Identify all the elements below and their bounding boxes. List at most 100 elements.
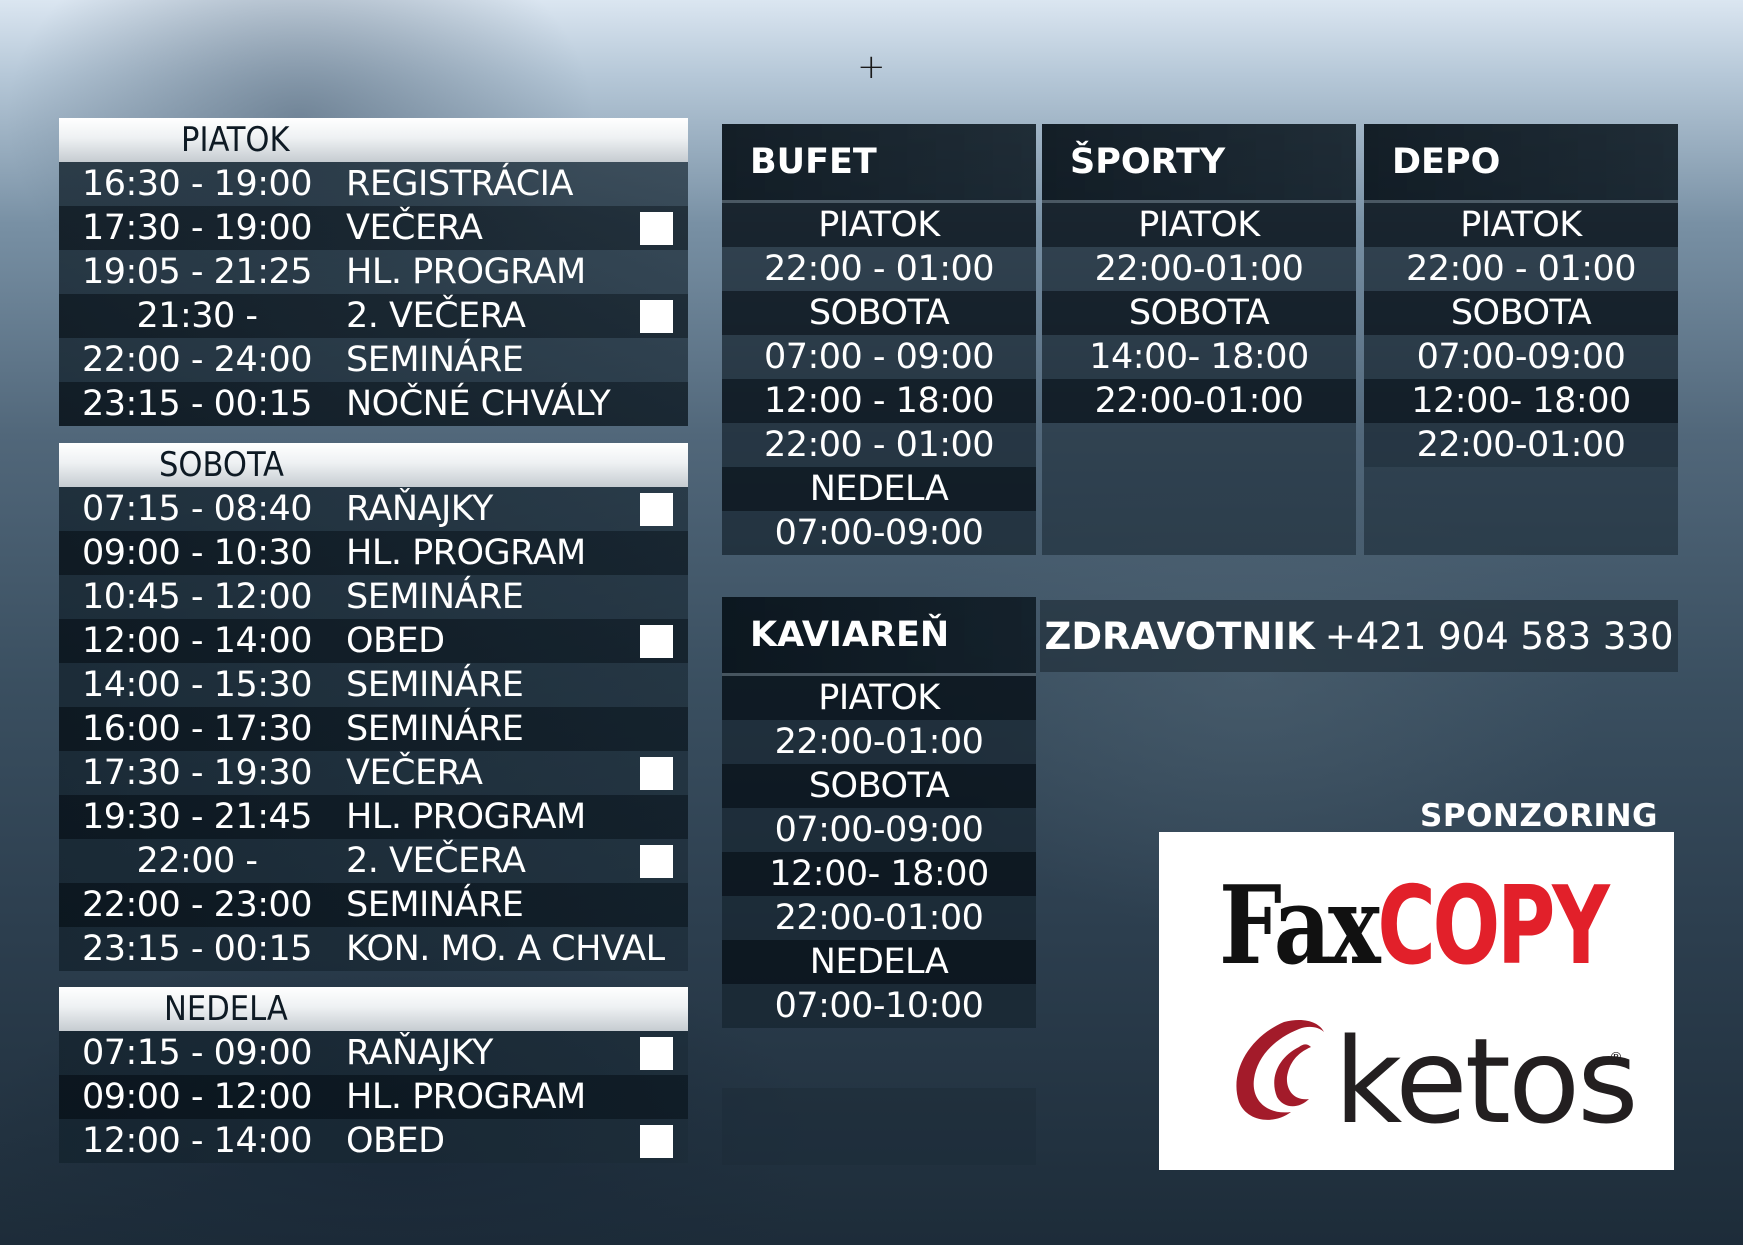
schedule-activity: SEMINÁRE [346,665,524,705]
panel-row: 07:00-09:00 [722,511,1036,555]
schedule-time: 23:15 - 00:15 [81,929,313,969]
schedule-activity: OBED [346,621,445,661]
meal-marker [640,845,673,878]
panel-row: 22:00-01:00 [1364,423,1678,467]
panel-row: NEDELA [722,940,1036,984]
schedule-activity: HL. PROGRAM [346,533,586,573]
blank-panel-row [722,1088,1036,1165]
schedule-activity: KON. MO. A CHVAL [346,929,665,969]
panel-row: 22:00-01:00 [1042,247,1356,291]
sponsor-logos: FaxCOPY ketos ® [1159,832,1674,1170]
schedule-row: 17:30 - 19:30 VEČERA [59,751,688,795]
schedule-time: 19:30 - 21:45 [81,797,313,837]
panel-row [1364,511,1678,555]
panel-title-depo: DEPO [1364,124,1678,203]
schedule-time: 21:30 - [136,296,258,336]
panel-title-sporty: ŠPORTY [1042,124,1356,203]
schedule-row: 23:15 - 00:15 KON. MO. A CHVAL [59,927,688,971]
meal-marker [640,1037,673,1070]
panel-row: 12:00 - 18:00 [722,379,1036,423]
schedule-row: 07:15 - 08:40 RAŇAJKY [59,487,688,531]
schedule-row: 19:05 - 21:25 HL. PROGRAM [59,250,688,294]
faxcopy-logo-copy: COPY [1377,864,1609,989]
panel-sporty: ŠPORTY PIATOK 22:00-01:00 SOBOTA 14:00- 18:… [1042,124,1356,555]
panel-row: SOBOTA [1364,291,1678,335]
schedule-row: 07:15 - 09:00 RAŇAJKY [59,1031,688,1075]
panel-row: SOBOTA [722,764,1036,808]
panel-row: NEDELA [722,467,1036,511]
panel-row: 07:00-09:00 [722,808,1036,852]
meal-marker [640,757,673,790]
panel-row: 12:00- 18:00 [1364,379,1678,423]
schedule-row: 23:15 - 00:15 NOČNÉ CHVÁLY [59,382,688,426]
schedule-time: 16:00 - 17:30 [81,709,313,749]
panel-row [1042,511,1356,555]
schedule-row: 12:00 - 14:00 OBED [59,619,688,663]
schedule-row: 14:00 - 15:30 SEMINÁRE [59,663,688,707]
panel-row: 22:00 - 01:00 [722,423,1036,467]
panel-row: 07:00-09:00 [1364,335,1678,379]
panel-kaviaren: KAVIAREŇ PIATOK 22:00-01:00 SOBOTA 07:00-09… [722,597,1036,1028]
meal-marker [640,625,673,658]
meal-marker [640,300,673,333]
schedule-time: 07:15 - 09:00 [81,1033,313,1073]
schedule-time: 12:00 - 14:00 [81,1121,313,1161]
schedule-time: 09:00 - 12:00 [81,1077,313,1117]
schedule-activity: SEMINÁRE [346,577,524,617]
panel-row [1042,467,1356,511]
panel-row [1364,467,1678,511]
sponsoring-label: SPONZORING [1420,798,1658,834]
panel-bufet: BUFET PIATOK 22:00 - 01:00 SOBOTA 07:00 - 0… [722,124,1036,555]
schedule-row: 12:00 - 14:00 OBED [59,1119,688,1163]
panel-row: 22:00-01:00 [1042,379,1356,423]
schedule-activity: HL. PROGRAM [346,1077,586,1117]
schedule-time: 22:00 - 24:00 [81,340,313,380]
schedule-activity: HL. PROGRAM [346,797,586,837]
zdravotnik-contact: ZDRAVOTNIK +421 904 583 330 [1040,600,1678,672]
schedule-row: 21:30 - 2. VEČERA [59,294,688,338]
meal-marker [640,493,673,526]
schedule-time: 22:00 - [136,841,258,881]
schedule-time: 22:00 - 23:00 [81,885,313,925]
schedule-row: 19:30 - 21:45 HL. PROGRAM [59,795,688,839]
zdravotnik-label: ZDRAVOTNIK [1044,614,1315,658]
panel-row: SOBOTA [1042,291,1356,335]
schedule-time: 14:00 - 15:30 [81,665,313,705]
schedule-activity: OBED [346,1121,445,1161]
panel-row: 07:00 - 09:00 [722,335,1036,379]
schedule-time: 16:30 - 19:00 [81,164,313,204]
schedule-row: 22:00 - 23:00 SEMINÁRE [59,883,688,927]
plus-mark: + [857,47,886,87]
panel-row: 22:00 - 01:00 [1364,247,1678,291]
schedule-time: 10:45 - 12:00 [81,577,313,617]
day-header-sobota: SOBOTA [59,443,688,487]
schedule-time: 07:15 - 08:40 [81,489,313,529]
panel-row [1042,423,1356,467]
ketos-registered-mark: ® [1609,1050,1623,1066]
panel-title-bufet: BUFET [722,124,1036,203]
schedule-row: 09:00 - 12:00 HL. PROGRAM [59,1075,688,1119]
schedule-row: 16:00 - 17:30 SEMINÁRE [59,707,688,751]
schedule-time: 23:15 - 00:15 [81,384,313,424]
meal-marker [640,1125,673,1158]
schedule-row: 22:00 - 2. VEČERA [59,839,688,883]
schedule-activity: RAŇAJKY [346,1033,493,1073]
schedule-time: 17:30 - 19:00 [81,208,313,248]
zdravotnik-phone: +421 904 583 330 [1324,614,1674,658]
schedule-row: 10:45 - 12:00 SEMINÁRE [59,575,688,619]
schedule-activity: VEČERA [346,753,483,793]
panel-row: 22:00 - 01:00 [722,247,1036,291]
faxcopy-logo-fax: Fax [1219,863,1381,989]
ketos-logo-text: ketos [1334,1012,1639,1150]
schedule-activity: 2. VEČERA [346,296,526,336]
panel-row: 07:00-10:00 [722,984,1036,1028]
panel-row: PIATOK [722,203,1036,247]
schedule-row: 17:30 - 19:00 VEČERA [59,206,688,250]
schedule-activity: SEMINÁRE [346,885,524,925]
schedule-activity: HL. PROGRAM [346,252,586,292]
schedule-activity: VEČERA [346,208,483,248]
panel-row: 12:00- 18:00 [722,852,1036,896]
panel-row: PIATOK [1364,203,1678,247]
panel-row: 22:00-01:00 [722,720,1036,764]
day-header-piatok: PIATOK [59,118,688,162]
